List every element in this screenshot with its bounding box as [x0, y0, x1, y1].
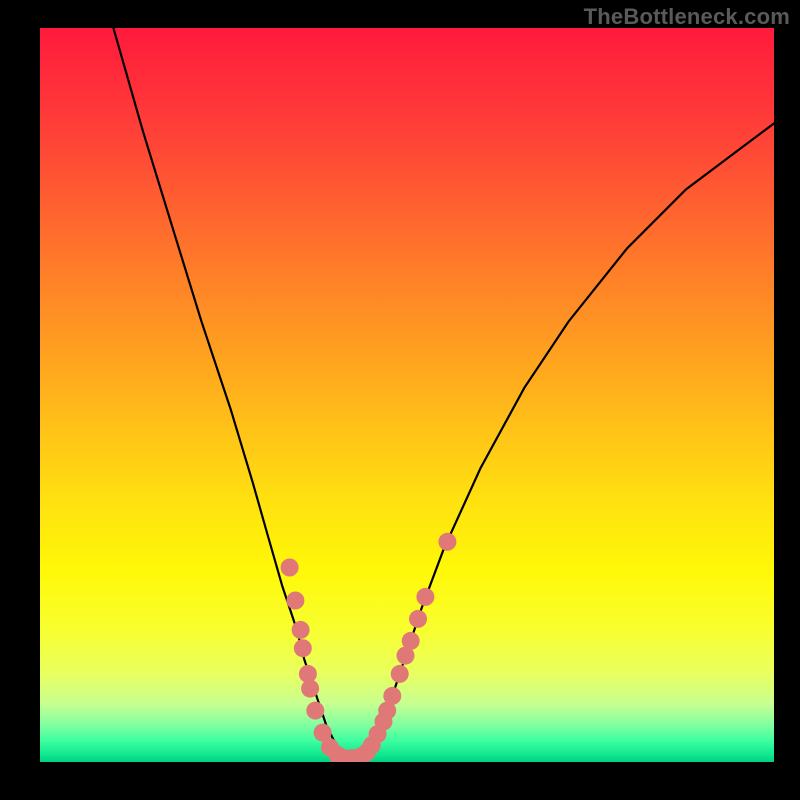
data-marker	[402, 632, 420, 650]
marker-group	[281, 533, 457, 762]
data-marker	[286, 592, 304, 610]
data-marker	[438, 533, 456, 551]
data-marker	[292, 621, 310, 639]
chart-frame: TheBottleneck.com	[0, 0, 800, 800]
data-marker	[383, 687, 401, 705]
data-marker	[281, 559, 299, 577]
data-marker	[301, 680, 319, 698]
data-marker	[306, 702, 324, 720]
chart-svg	[40, 28, 774, 762]
data-marker	[391, 665, 409, 683]
watermark-text: TheBottleneck.com	[584, 4, 790, 30]
data-marker	[294, 639, 312, 657]
data-marker	[409, 610, 427, 628]
data-marker	[416, 588, 434, 606]
plot-area	[40, 28, 774, 762]
bottleneck-curve	[113, 28, 774, 758]
